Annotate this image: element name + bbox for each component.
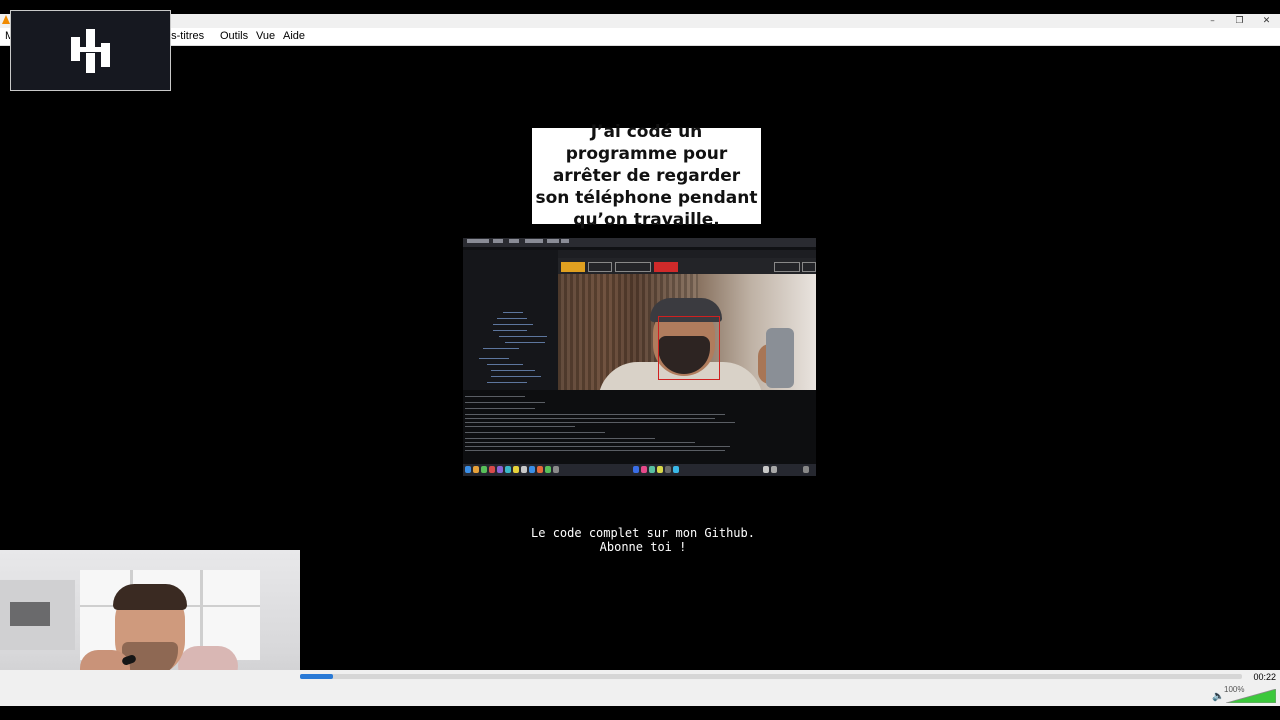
- seek-progress: [300, 674, 333, 679]
- recording-code-editor: [463, 250, 558, 390]
- menu-view[interactable]: Vue: [256, 29, 275, 44]
- recording-tabs: [558, 250, 816, 258]
- video-subtitle: Le code complet sur mon Github. Abonne t…: [480, 526, 806, 554]
- speaker-icon[interactable]: 🔈: [1212, 692, 1224, 702]
- video-caption: J’ai codé un programme pour arrêter de r…: [535, 122, 758, 230]
- recording-webcam-feed: [558, 274, 816, 398]
- volume-slider[interactable]: [1226, 689, 1276, 703]
- brand-logo-overlay: [10, 10, 171, 91]
- brand-logo-icon: [71, 29, 110, 73]
- menu-tools[interactable]: Outils: [220, 29, 248, 44]
- close-button[interactable]: ✕: [1253, 14, 1280, 28]
- detection-box: [658, 316, 720, 380]
- recording-toolbar: [558, 258, 816, 274]
- video-caption-box: J’ai codé un programme pour arrêter de r…: [532, 122, 761, 230]
- subtitle-line-1: Le code complet sur mon Github.: [531, 526, 755, 540]
- bottom-strip: [0, 706, 1280, 720]
- title-bar: – ❐ ✕: [0, 14, 1280, 28]
- recording-dock: [463, 464, 816, 476]
- screen-recording: [463, 238, 816, 476]
- menu-bar: M us-titres Outils Vue Aide: [0, 28, 1280, 46]
- seekbar-area: 00:22: [0, 670, 1280, 684]
- elapsed-time: 00:22: [1253, 672, 1276, 682]
- maximize-button[interactable]: ❐: [1226, 14, 1253, 28]
- vlc-cone-icon: [2, 15, 10, 24]
- window-controls: – ❐ ✕: [1199, 14, 1280, 28]
- menu-help[interactable]: Aide: [283, 29, 305, 44]
- seek-slider[interactable]: [300, 674, 1242, 679]
- recording-menubar: [463, 238, 816, 247]
- control-bar: 🔈 100%: [0, 684, 1280, 706]
- top-strip: [0, 0, 1280, 14]
- subtitle-line-2: Abonne toi !: [599, 540, 687, 554]
- minimize-button[interactable]: –: [1199, 14, 1226, 28]
- recording-terminal: [463, 390, 816, 464]
